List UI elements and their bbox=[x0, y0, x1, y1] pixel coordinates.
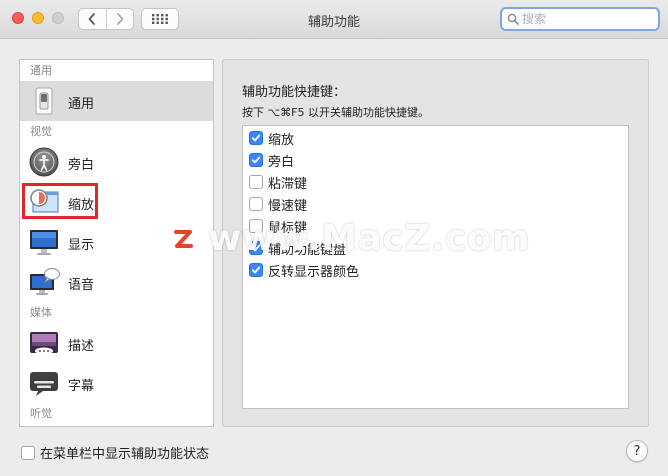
sidebar-item-label: 显示 bbox=[68, 238, 95, 253]
switch-icon bbox=[35, 87, 53, 115]
option-sticky-keys[interactable]: 粘滞键 bbox=[249, 172, 307, 192]
option-slow-keys[interactable]: 慢速键 bbox=[249, 194, 307, 214]
option-voiceover[interactable]: 旁白 bbox=[249, 150, 294, 170]
checkmark-icon bbox=[251, 156, 261, 164]
sidebar-item-general[interactable]: 通用 bbox=[20, 81, 213, 121]
shortcut-options-list: 缩放 旁白 粘滞键 慢速键 鼠标键 辅助功能键盘 反转显示器颜色 bbox=[242, 125, 629, 409]
section-label-general: 通用 bbox=[30, 64, 52, 77]
search-input[interactable] bbox=[522, 12, 652, 26]
checkmark-icon bbox=[251, 266, 261, 274]
sidebar-item-captions[interactable]: 字幕 bbox=[20, 363, 213, 403]
sidebar-item-label: 缩放 bbox=[68, 198, 95, 213]
sidebar-item-zoom[interactable]: 缩放 bbox=[20, 182, 213, 222]
sidebar-item-label: 字幕 bbox=[68, 379, 95, 394]
sidebar-item-label: 通用 bbox=[68, 97, 95, 112]
option-label: 旁白 bbox=[268, 154, 295, 170]
voiceover-icon bbox=[29, 147, 59, 177]
show-in-menubar-option[interactable]: 在菜单栏中显示辅助功能状态 bbox=[21, 443, 209, 462]
option-checkbox[interactable] bbox=[249, 131, 263, 145]
search-icon bbox=[507, 13, 519, 25]
captions-icon bbox=[30, 372, 58, 396]
section-label-hearing: 听觉 bbox=[30, 407, 52, 420]
panel-heading: 辅助功能快捷键： bbox=[242, 85, 347, 100]
sidebar-item-label: 描述 bbox=[68, 339, 95, 354]
watermark-text: www.MacZ.com bbox=[208, 218, 530, 259]
speech-icon bbox=[30, 268, 60, 295]
show-in-menubar-checkbox[interactable] bbox=[21, 445, 35, 460]
shortcut-hint: 按下 ⌥⌘F5 以开关辅助功能快捷键。 bbox=[242, 106, 429, 119]
sidebar-item-voiceover[interactable]: 旁白 bbox=[20, 142, 213, 182]
option-checkbox[interactable] bbox=[249, 197, 263, 211]
option-label: 反转显示器颜色 bbox=[268, 264, 360, 280]
section-label-media: 媒体 bbox=[30, 306, 52, 319]
option-checkbox[interactable] bbox=[249, 263, 263, 277]
sidebar-item-descriptions[interactable]: 描述 bbox=[20, 323, 213, 363]
show-in-menubar-label: 在菜单栏中显示辅助功能状态 bbox=[40, 447, 210, 462]
sidebar-item-label: 语音 bbox=[68, 278, 95, 293]
macz-logo-icon bbox=[166, 221, 200, 256]
search-field[interactable] bbox=[500, 7, 660, 31]
option-label: 缩放 bbox=[268, 132, 295, 148]
watermark: www.MacZ.com bbox=[166, 218, 530, 259]
checkmark-icon bbox=[251, 134, 261, 142]
display-icon bbox=[30, 230, 58, 255]
sidebar-item-speech[interactable]: 语音 bbox=[20, 262, 213, 302]
title-bar: 辅助功能 bbox=[0, 0, 668, 39]
option-checkbox[interactable] bbox=[249, 175, 263, 189]
descriptions-icon bbox=[30, 332, 58, 355]
option-label: 慢速键 bbox=[268, 198, 308, 214]
option-checkbox[interactable] bbox=[249, 153, 263, 167]
help-button[interactable]: ? bbox=[626, 440, 648, 462]
option-label: 粘滞键 bbox=[268, 176, 308, 192]
section-label-vision: 视觉 bbox=[30, 125, 52, 138]
sidebar-item-label: 旁白 bbox=[68, 158, 95, 173]
option-zoom[interactable]: 缩放 bbox=[249, 128, 294, 148]
option-invert-colors[interactable]: 反转显示器颜色 bbox=[249, 260, 359, 280]
zoom-icon bbox=[30, 189, 59, 213]
